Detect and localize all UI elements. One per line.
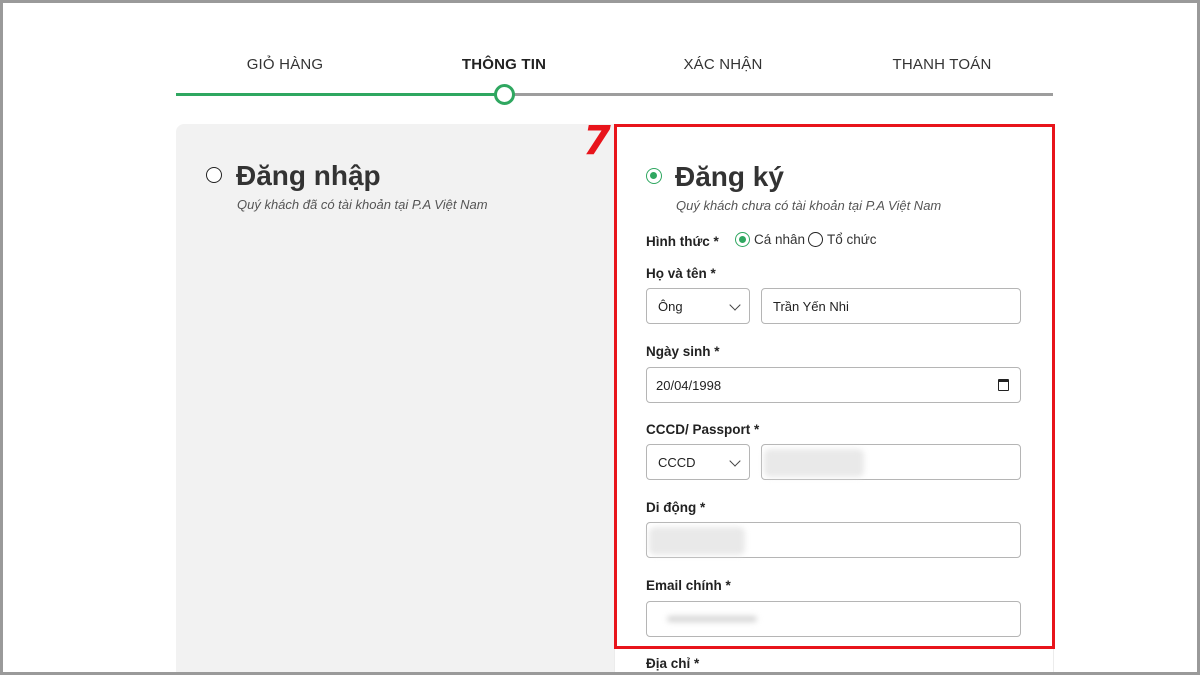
id-label: CCCD/ Passport * [646,422,760,437]
chevron-down-icon [729,455,741,467]
login-title: Đăng nhập [236,160,381,191]
phone-input[interactable] [646,522,1021,558]
salutation-value: Ông [658,298,683,314]
step-info[interactable]: THÔNG TIN [404,56,604,73]
register-radio[interactable] [646,168,662,184]
fullname-label: Họ và tên * [646,266,716,281]
email-label: Email chính * [646,578,731,593]
phone-label: Di động * [646,500,706,515]
email-input[interactable] [646,601,1021,637]
progress-track [504,93,1053,96]
type-organization-label[interactable]: Tổ chức [827,232,877,247]
login-radio[interactable] [206,167,222,183]
id-number-input[interactable] [761,444,1021,480]
type-individual-label[interactable]: Cá nhân [754,232,805,247]
register-panel: Đăng ký Quý khách chưa có tài khoản tại … [614,124,1054,675]
fullname-input[interactable]: Trần Yến Nhi [761,288,1021,324]
redacted-phone [649,527,745,555]
step-confirm[interactable]: XÁC NHẬN [623,56,823,73]
address-label: Địa chỉ * [646,656,700,671]
type-label: Hình thức * [646,234,719,249]
register-title: Đăng ký [675,161,784,192]
type-organization-radio[interactable] [808,232,823,247]
checkout-stepper: GIỎ HÀNG THÔNG TIN XÁC NHẬN THANH TOÁN [176,40,1053,110]
step-cart[interactable]: GIỎ HÀNG [185,56,385,73]
login-panel[interactable]: Đăng nhập Quý khách đã có tài khoản tại … [176,124,626,675]
progress-fill [176,93,505,96]
dob-input[interactable]: 20/04/1998 [646,367,1021,403]
redacted-email [667,616,757,622]
register-subtitle: Quý khách chưa có tài khoản tại P.A Việt… [676,198,942,213]
id-type-value: CCCD [658,454,696,470]
login-subtitle: Quý khách đã có tài khoản tại P.A Việt N… [237,197,488,212]
id-type-select[interactable]: CCCD [646,444,750,480]
current-step-marker [493,84,515,105]
calendar-icon[interactable] [998,379,1009,391]
dob-label: Ngày sinh * [646,344,720,359]
chevron-down-icon [729,299,741,311]
step-number-annotation: 7 [583,118,611,164]
fullname-value: Trần Yến Nhi [773,298,849,314]
type-individual-radio[interactable] [735,232,750,247]
salutation-select[interactable]: Ông [646,288,750,324]
step-payment[interactable]: THANH TOÁN [842,56,1042,73]
redacted-id-number [764,449,864,477]
dob-value: 20/04/1998 [656,377,722,393]
